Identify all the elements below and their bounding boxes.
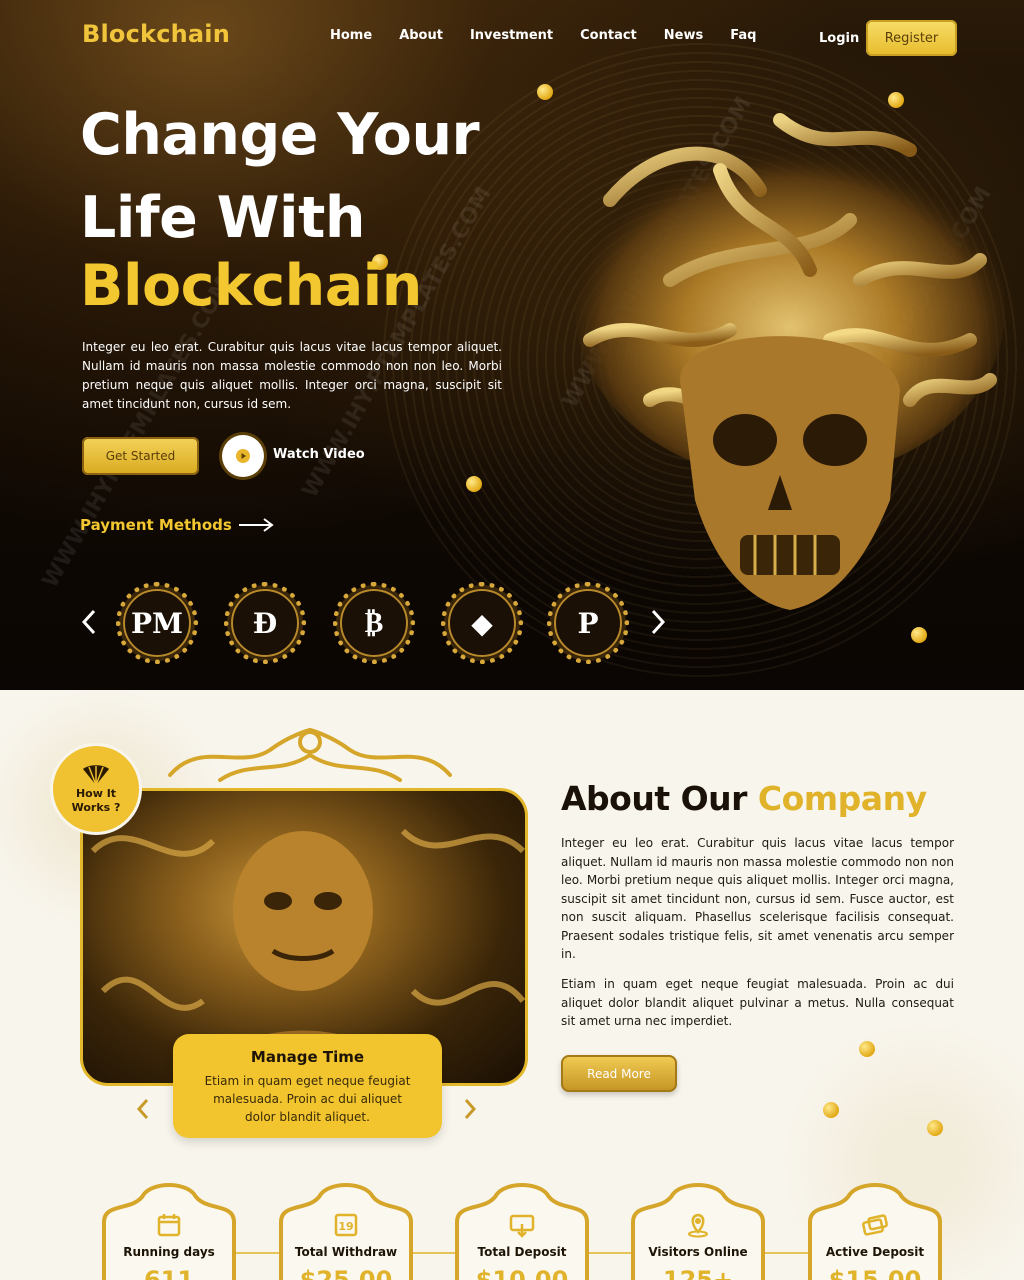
payment-methods-title: Payment Methods bbox=[80, 516, 232, 534]
about-paragraph-2: Etiam in quam eget neque feugiat malesua… bbox=[561, 977, 954, 1028]
cards-icon bbox=[862, 1214, 888, 1236]
hero-title-line-3: Blockchain bbox=[80, 253, 422, 319]
nav-home[interactable]: Home bbox=[330, 28, 372, 43]
payment-method-dogecoin[interactable]: Đ bbox=[222, 580, 308, 666]
deposit-icon bbox=[509, 1214, 535, 1238]
hero-title-line-2: Life With bbox=[80, 185, 365, 251]
stat-total-withdraw: 19 Total Withdraw $25.00 bbox=[271, 1182, 421, 1280]
watermark: WWW.IHYIPTEMPLATES.COM bbox=[37, 272, 237, 593]
main-nav: Home About Investment Contact News Faq bbox=[330, 28, 756, 43]
stat-running-days: Running days 611 bbox=[94, 1182, 244, 1280]
nav-contact[interactable]: Contact bbox=[580, 28, 637, 43]
hero-description: Integer eu leo erat. Curabitur quis lacu… bbox=[82, 340, 502, 411]
read-more-button[interactable]: Read More bbox=[561, 1055, 677, 1092]
chevron-right-icon[interactable] bbox=[649, 608, 667, 636]
about-title: About Our Company bbox=[561, 779, 927, 818]
nav-investment[interactable]: Investment bbox=[470, 28, 553, 43]
watch-video-link[interactable]: Watch Video bbox=[273, 447, 365, 462]
calendar-19-icon: 19 bbox=[334, 1213, 358, 1237]
get-started-button[interactable]: Get Started bbox=[82, 437, 199, 475]
fan-icon bbox=[83, 765, 109, 786]
gold-coin-dot bbox=[823, 1102, 839, 1118]
card-description: Etiam in quam eget neque feugiat malesua… bbox=[204, 1074, 411, 1124]
payment-method-ethereum[interactable]: ◆ bbox=[439, 580, 525, 666]
golden-skull-illustration bbox=[575, 113, 1005, 610]
gold-coin-dot bbox=[888, 92, 904, 108]
gold-coin-dot bbox=[859, 1041, 875, 1057]
gold-coin-dot bbox=[927, 1120, 943, 1136]
payment-method-perfect-money[interactable]: PM bbox=[114, 580, 200, 666]
play-icon bbox=[236, 449, 250, 463]
gold-coin-dot bbox=[466, 476, 482, 492]
hero-title-line-1: Change Your bbox=[80, 102, 480, 168]
calendar-icon bbox=[157, 1214, 181, 1237]
nav-faq[interactable]: Faq bbox=[730, 28, 756, 43]
location-icon bbox=[688, 1213, 708, 1238]
arrow-right-icon[interactable] bbox=[238, 517, 274, 533]
manage-time-card: Manage Time Etiam in quam eget neque feu… bbox=[173, 1034, 442, 1138]
card-title: Manage Time bbox=[250, 1048, 365, 1066]
chevron-right-icon[interactable] bbox=[463, 1097, 477, 1121]
login-link[interactable]: Login bbox=[819, 31, 859, 46]
how-it-works-badge[interactable]: How It Works ? bbox=[53, 746, 139, 832]
chevron-left-icon[interactable] bbox=[136, 1097, 150, 1121]
stat-visitors-online: Visitors Online 125+ bbox=[623, 1182, 773, 1280]
payment-method-bitcoin[interactable]: ₿ bbox=[331, 580, 417, 666]
chevron-left-icon[interactable] bbox=[80, 608, 98, 636]
about-paragraph-1: Integer eu leo erat. Curabitur quis lacu… bbox=[561, 836, 954, 961]
svg-text:19: 19 bbox=[338, 1220, 353, 1233]
gold-coin-dot bbox=[537, 84, 553, 100]
site-logo[interactable]: Blockchain bbox=[82, 20, 230, 48]
stat-active-deposit: Active Deposit $15.00 bbox=[800, 1182, 950, 1280]
hero-section: WWW.IHYIPTEMPLATES.COM WWW.IHYIPTEMPLATE… bbox=[0, 0, 1024, 690]
payment-method-payeer[interactable]: P bbox=[545, 580, 631, 666]
play-video-button[interactable] bbox=[222, 435, 264, 477]
gold-coin-dot bbox=[911, 627, 927, 643]
register-button[interactable]: Register bbox=[866, 20, 957, 56]
nav-news[interactable]: News bbox=[664, 28, 703, 43]
stat-total-deposit: Total Deposit $10.00 bbox=[447, 1182, 597, 1280]
ornamental-frame-top bbox=[168, 727, 452, 782]
nav-about[interactable]: About bbox=[399, 28, 443, 43]
